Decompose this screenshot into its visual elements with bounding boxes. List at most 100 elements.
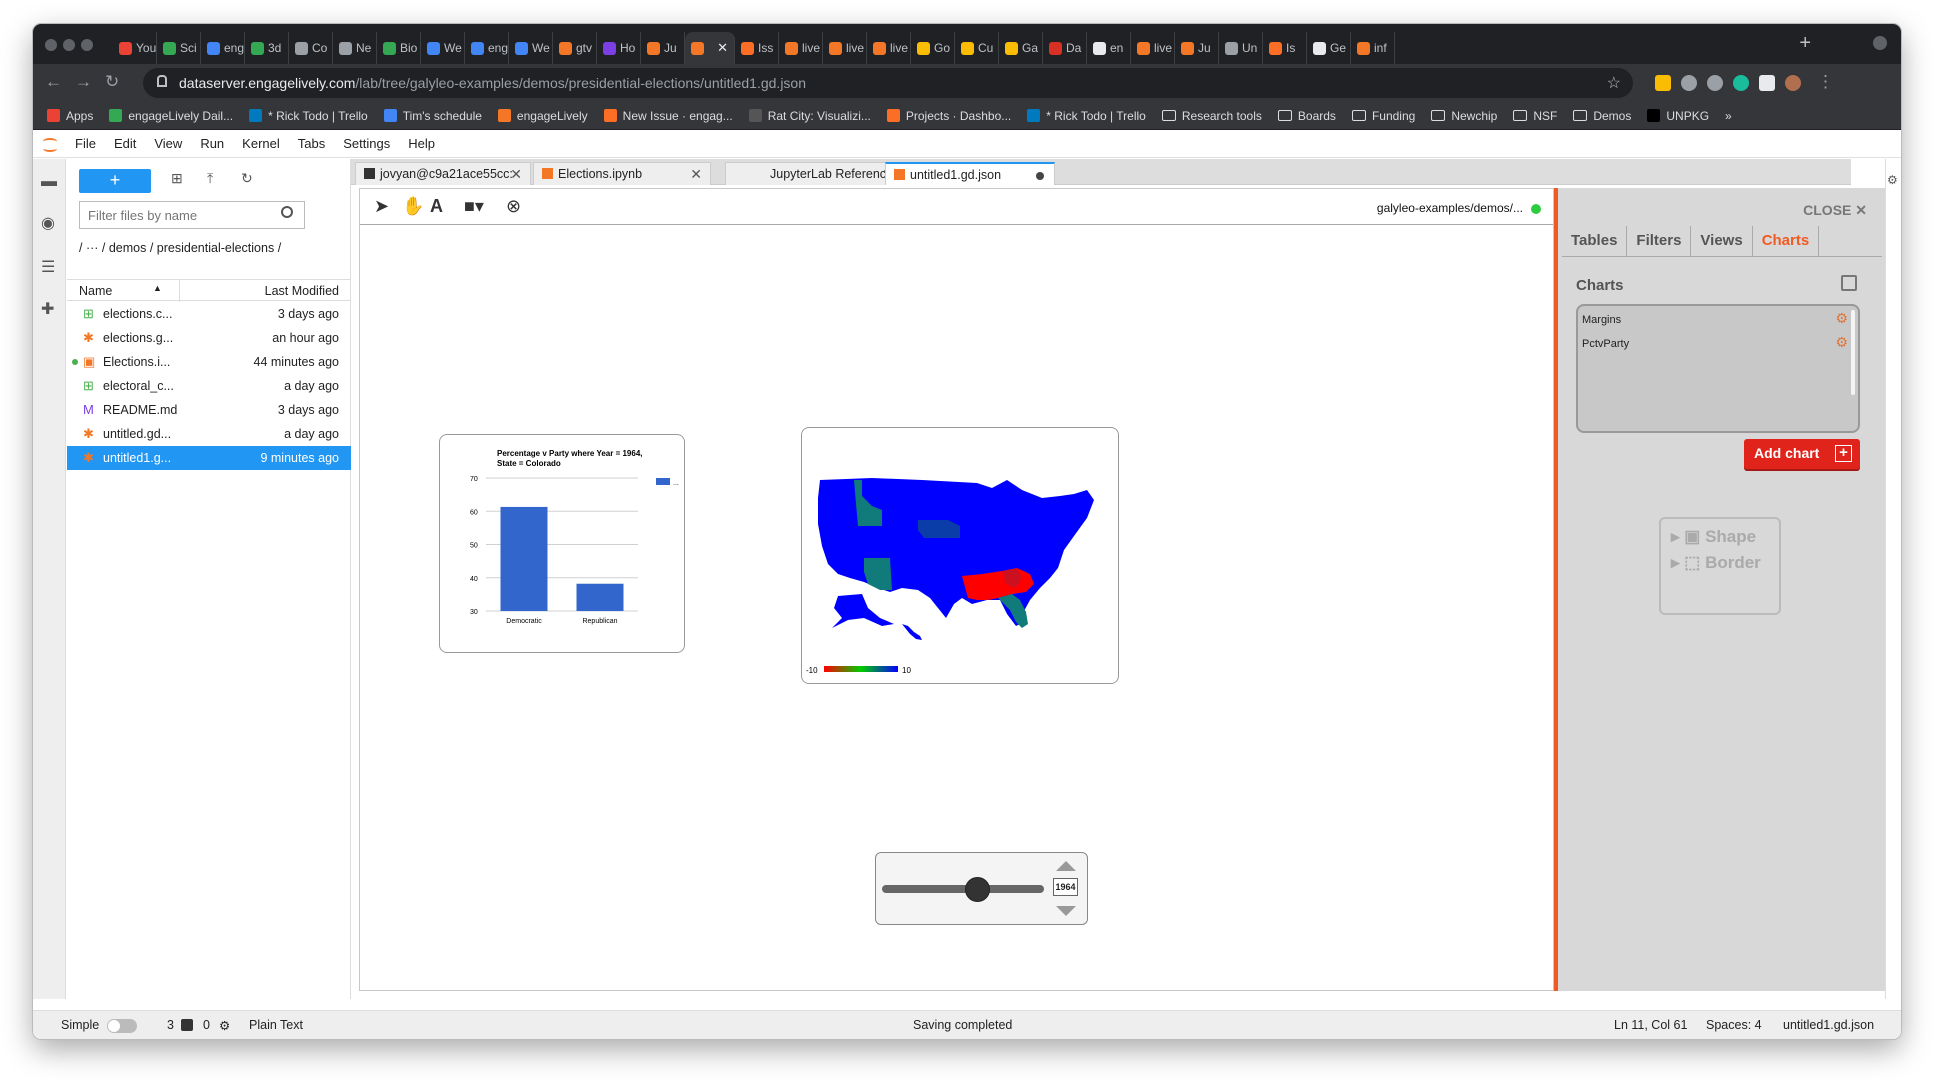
bar-chart-card[interactable]: Percentage v Party where Year = 1964, St… — [439, 434, 685, 653]
bookmark-item[interactable]: New Issue · engag... — [603, 109, 733, 123]
add-chart-button[interactable]: Add chart + — [1744, 439, 1860, 469]
menu-view[interactable]: View — [154, 136, 182, 151]
close-tab-icon[interactable]: ✕ — [690, 163, 702, 185]
breadcrumb[interactable]: / ··· / demos / presidential-elections / — [79, 239, 329, 257]
bookmark-item[interactable]: * Rick Todo | Trello — [249, 109, 368, 123]
modified-column-header[interactable]: Last Modified — [265, 284, 339, 298]
close-window-button[interactable] — [45, 39, 57, 51]
chart-list-item[interactable]: Margins — [1582, 314, 1621, 326]
menu-kernel[interactable]: Kernel — [242, 136, 280, 151]
menu-settings[interactable]: Settings — [343, 136, 390, 151]
panel-tab-tables[interactable]: Tables — [1562, 226, 1628, 257]
editor-tab[interactable]: jovyan@c9a21ace55cc: ~/g✕ — [355, 162, 531, 203]
browser-tab[interactable]: Ga — [999, 32, 1043, 64]
hand-tool-icon[interactable]: ✋ — [402, 196, 424, 217]
bookmark-star-icon[interactable]: ☆ — [1607, 73, 1621, 93]
bookmark-item[interactable]: Boards — [1277, 109, 1336, 123]
menu-file[interactable]: File — [75, 136, 96, 151]
maximize-window-button[interactable] — [81, 39, 93, 51]
running-icon[interactable]: ◉ — [41, 213, 55, 233]
bar-republican[interactable] — [576, 583, 624, 611]
cursor-position[interactable]: Ln 11, Col 61 — [1614, 1018, 1687, 1032]
lifebuoy-icon[interactable]: ⊗ — [506, 196, 521, 217]
back-arrow-icon[interactable]: ← — [45, 72, 62, 92]
dashboard-canvas[interactable]: ➤ ✋ A ■▾ ⊗ galyleo-examples/demos/... Pe… — [359, 188, 1554, 991]
browser-tab[interactable]: live — [823, 32, 867, 64]
new-launcher-button[interactable]: + — [79, 169, 151, 193]
browser-tab[interactable]: You — [113, 32, 157, 64]
sort-ascending-icon[interactable]: ▲ — [153, 283, 162, 293]
editor-tab[interactable]: JupyterLab Reference✕ — [725, 162, 903, 185]
new-tab-button[interactable]: + — [1799, 32, 1811, 55]
bookmark-item[interactable]: * Rick Todo | Trello — [1027, 109, 1146, 123]
extension-icon[interactable] — [1733, 75, 1749, 91]
file-row[interactable]: ⊞ electoral_c... a day ago — [67, 374, 351, 398]
extension-icon[interactable] — [1655, 75, 1671, 91]
browser-tab[interactable]: Co — [289, 32, 333, 64]
extension-icon[interactable] — [1681, 75, 1697, 91]
bookmark-item[interactable]: Research tools — [1161, 109, 1262, 123]
browser-tab[interactable]: live — [1131, 32, 1175, 64]
browser-tab[interactable]: Da — [1043, 32, 1087, 64]
slider-handle[interactable] — [965, 877, 991, 902]
more-bookmarks-icon[interactable]: » — [1725, 109, 1732, 123]
file-row[interactable]: ✱ untitled.gd... a day ago — [67, 422, 351, 446]
shape-section-toggle[interactable]: ▸ ▣ Shape — [1671, 527, 1756, 547]
browser-tab[interactable]: inf — [1351, 32, 1395, 64]
bookmark-item[interactable]: Apps — [47, 109, 93, 123]
browser-tab[interactable]: 3d — [245, 32, 289, 64]
extension-puzzle-icon[interactable]: ✚ — [41, 299, 54, 319]
browser-tab[interactable]: Cu — [955, 32, 999, 64]
browser-tab[interactable]: Ne — [333, 32, 377, 64]
file-row[interactable]: M README.md 3 days ago — [67, 398, 351, 422]
chart-list-item[interactable]: PctvParty — [1582, 338, 1629, 350]
bookmark-item[interactable]: Funding — [1351, 109, 1415, 123]
list-scrollbar[interactable] — [1851, 310, 1855, 395]
bookmark-item[interactable]: engageLively — [497, 109, 588, 123]
extension-icon[interactable] — [1707, 75, 1723, 91]
editor-tab[interactable]: untitled1.gd.json — [885, 162, 1055, 185]
indent-spaces[interactable]: Spaces: 4 — [1706, 1018, 1762, 1032]
close-tab-icon[interactable]: ✕ — [717, 40, 728, 56]
browser-tab[interactable]: Un — [1219, 32, 1263, 64]
file-row[interactable]: ✱ elections.g... an hour ago — [67, 326, 351, 350]
simple-mode-toggle[interactable] — [107, 1019, 137, 1033]
bookmark-item[interactable]: engageLively Dail... — [109, 109, 233, 123]
forward-arrow-icon[interactable]: → — [75, 72, 92, 92]
border-section-toggle[interactable]: ▸ ⬚ Border — [1671, 553, 1761, 573]
property-inspector-icon[interactable]: ⚙ — [1887, 173, 1898, 187]
browser-tab[interactable]: Iss — [735, 32, 779, 64]
address-bar[interactable]: dataserver.engagelively.com/lab/tree/gal… — [143, 68, 1633, 98]
reload-icon[interactable]: ↻ — [105, 72, 119, 92]
bar-democratic[interactable] — [500, 506, 548, 611]
menu-edit[interactable]: Edit — [114, 136, 136, 151]
browser-tab[interactable]: We — [509, 32, 553, 64]
bookmark-item[interactable]: Newchip — [1431, 109, 1497, 123]
terminal-count[interactable]: 3 — [167, 1018, 174, 1032]
file-filter-input[interactable] — [79, 201, 305, 229]
name-column-header[interactable]: Name — [79, 284, 112, 298]
pointer-tool-icon[interactable]: ➤ — [374, 196, 389, 217]
panel-tab-charts[interactable]: Charts — [1753, 226, 1820, 257]
file-row[interactable]: ⊞ elections.c... 3 days ago — [67, 302, 351, 326]
gear-icon[interactable]: ⚙ — [1835, 310, 1848, 327]
panel-tab-filters[interactable]: Filters — [1627, 226, 1692, 257]
bookmark-item[interactable]: Projects · Dashbo... — [886, 109, 1011, 123]
browser-tab[interactable]: live — [867, 32, 911, 64]
puzzle-icon[interactable] — [1759, 75, 1775, 91]
browser-tab[interactable]: Ge — [1307, 32, 1351, 64]
browser-tab[interactable]: Ju — [1175, 32, 1219, 64]
browser-tab[interactable]: Ju — [641, 32, 685, 64]
browser-tab[interactable]: We — [421, 32, 465, 64]
menu-help[interactable]: Help — [408, 136, 435, 151]
slider-value-field[interactable]: 1964 — [1053, 878, 1078, 896]
decrement-arrow-icon[interactable] — [1056, 906, 1076, 916]
toc-icon[interactable]: ☰ — [41, 257, 55, 277]
minimize-window-button[interactable] — [63, 39, 75, 51]
browser-tab[interactable]: Sci — [157, 32, 201, 64]
file-row[interactable]: ▣ Elections.i... 44 minutes ago — [67, 350, 351, 374]
file-row[interactable]: ✱ untitled1.g... 9 minutes ago — [67, 446, 351, 470]
browser-tab-active[interactable]: ✕ — [685, 32, 735, 64]
browser-tab[interactable]: gtv — [553, 32, 597, 64]
close-tab-icon[interactable]: ✕ — [510, 163, 522, 185]
